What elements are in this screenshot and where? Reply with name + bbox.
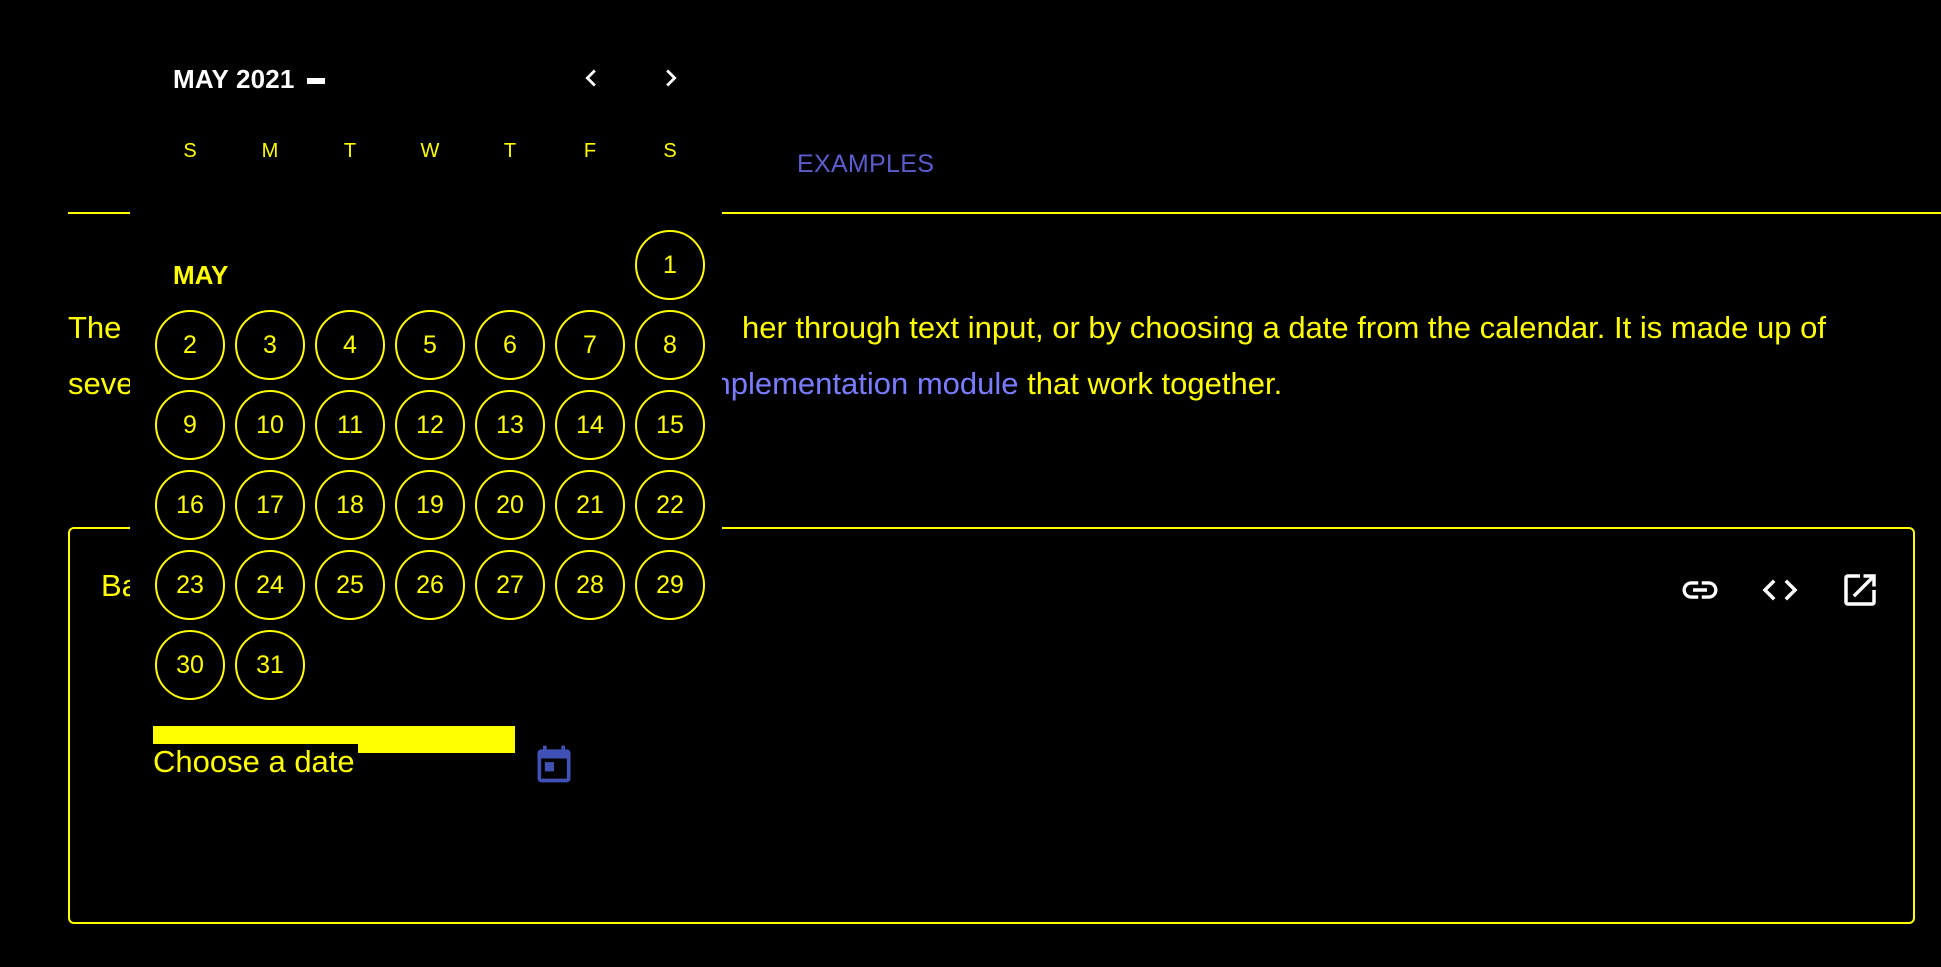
period-label: MAY 2021 (173, 64, 295, 94)
calendar-day-cell[interactable]: 18 (315, 470, 385, 540)
weekday-label: T (343, 140, 357, 162)
datepicker-toggle-button[interactable] (530, 740, 578, 788)
calendar-day-cell[interactable]: 16 (155, 470, 225, 540)
date-form-field: Choose a date (153, 724, 519, 786)
calendar-day-cell[interactable]: 31 (235, 630, 305, 700)
calendar-day-cell[interactable]: 27 (475, 550, 545, 620)
calendar-day-cell[interactable]: 28 (555, 550, 625, 620)
calendar-day-cell[interactable]: 30 (155, 630, 225, 700)
tab-examples[interactable]: EXAMPLES (797, 150, 934, 179)
calendar-day-cell[interactable]: 1 (635, 230, 705, 300)
month-label: MAY (173, 260, 229, 290)
weekday-label: M (261, 140, 279, 162)
calendar-day-cell[interactable]: 6 (475, 310, 545, 380)
chevron-left-icon (585, 69, 596, 87)
calendar-day-cell[interactable]: 19 (395, 470, 465, 540)
calendar-day-cell[interactable]: 26 (395, 550, 465, 620)
period-select-button[interactable]: MAY 2021 (173, 64, 325, 95)
calendar-popup: MAY 2021 SMTWTFS MAY 1 2 3 4 5 6 7 8 9 10 11 12 13 14… (130, 30, 722, 700)
intro-text-line2: seve (68, 366, 134, 401)
calendar-day-cell[interactable]: 29 (635, 550, 705, 620)
calendar-day-cell[interactable]: 10 (235, 390, 305, 460)
calendar-day-cell[interactable]: 25 (315, 550, 385, 620)
calendar-day-cell[interactable]: 14 (555, 390, 625, 460)
calendar-day-cell[interactable]: 11 (315, 390, 385, 460)
calendar-day-cell[interactable]: 23 (155, 550, 225, 620)
calendar-day-cell[interactable]: 17 (235, 470, 305, 540)
chevron-right-icon (666, 69, 677, 87)
weekday-label: F (583, 140, 597, 162)
link-icon (1682, 581, 1718, 599)
copy-link-button[interactable] (1676, 566, 1724, 614)
weekday-label: T (503, 140, 517, 162)
open-in-new-icon (1844, 574, 1876, 606)
calendar-day-cell[interactable]: 13 (475, 390, 545, 460)
open-in-new-button[interactable] (1836, 566, 1884, 614)
calendar-day-cell[interactable]: 3 (235, 310, 305, 380)
calendar-day-cell[interactable]: 2 (155, 310, 225, 380)
intro-text-start: The (68, 310, 131, 345)
previous-month-button[interactable] (565, 52, 617, 104)
calendar-day-cell[interactable]: 24 (235, 550, 305, 620)
calendar-day-cell[interactable]: 7 (555, 310, 625, 380)
view-code-button[interactable] (1756, 566, 1804, 614)
calendar-day-cell[interactable]: 20 (475, 470, 545, 540)
calendar-day-cell[interactable]: 5 (395, 310, 465, 380)
code-icon (1762, 579, 1798, 601)
date-input[interactable] (153, 724, 519, 786)
next-month-button[interactable] (645, 52, 697, 104)
calendar-icon (537, 745, 571, 783)
calendar-day-cell[interactable]: 4 (315, 310, 385, 380)
calendar-day-cell[interactable]: 15 (635, 390, 705, 460)
intro-text-middle: her through text input, or by choosing a… (742, 310, 1826, 345)
calendar-day-cell[interactable]: 12 (395, 390, 465, 460)
calendar-day-cell[interactable]: 9 (155, 390, 225, 460)
calendar-day-cell[interactable]: 21 (555, 470, 625, 540)
weekday-header: SMTWTFS (150, 140, 710, 163)
page-root: EXAMPLES The her through text input, or … (0, 0, 1941, 967)
intro-text-end: that work together. (1018, 366, 1283, 401)
calendar-day-cell[interactable]: 22 (635, 470, 705, 540)
weekday-label: W (420, 140, 440, 162)
implementation-module-link[interactable]: nplementation module (713, 366, 1018, 401)
dropdown-arrow-icon (306, 77, 325, 84)
weekday-label: S (183, 140, 197, 162)
weekday-label: S (663, 140, 677, 162)
calendar-day-cell[interactable]: 8 (635, 310, 705, 380)
